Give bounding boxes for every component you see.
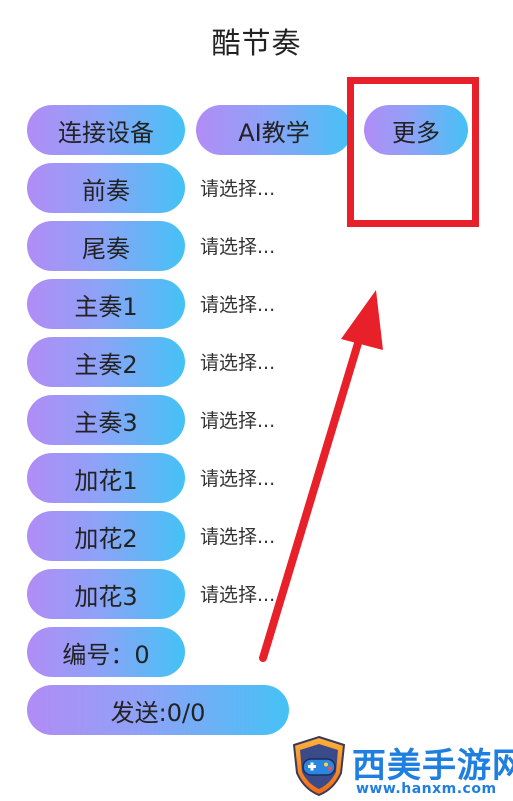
watermark-name: 西美手游网 xyxy=(352,746,513,786)
watermark-url: www.hanxm.com xyxy=(356,781,497,797)
number-button[interactable]: 编号：0 xyxy=(27,627,185,677)
main-3-select[interactable]: 请选择... xyxy=(200,410,275,432)
ai-teaching-button[interactable]: AI教学 xyxy=(196,105,352,155)
page-title: 酷节奏 xyxy=(211,26,302,60)
main-2-select[interactable]: 请选择... xyxy=(200,352,275,374)
annotation-highlight-box xyxy=(347,77,479,227)
gamepad-shield-icon xyxy=(292,735,346,797)
fill-3-button[interactable]: 加花3 xyxy=(27,569,185,619)
fill-2-button[interactable]: 加花2 xyxy=(27,511,185,561)
fill-1-button[interactable]: 加花1 xyxy=(27,453,185,503)
fill-2-select[interactable]: 请选择... xyxy=(200,526,275,548)
intro-button[interactable]: 前奏 xyxy=(27,163,185,213)
send-button[interactable]: 发送:0/0 xyxy=(27,685,289,735)
outro-button[interactable]: 尾奏 xyxy=(27,221,185,271)
main-1-select[interactable]: 请选择... xyxy=(200,294,275,316)
main-3-button[interactable]: 主奏3 xyxy=(27,395,185,445)
fill-3-select[interactable]: 请选择... xyxy=(200,584,275,606)
main-2-button[interactable]: 主奏2 xyxy=(27,337,185,387)
intro-select[interactable]: 请选择... xyxy=(200,178,275,200)
fill-1-select[interactable]: 请选择... xyxy=(200,468,275,490)
connect-device-button[interactable]: 连接设备 xyxy=(27,105,185,155)
main-1-button[interactable]: 主奏1 xyxy=(27,279,185,329)
outro-select[interactable]: 请选择... xyxy=(200,236,275,258)
